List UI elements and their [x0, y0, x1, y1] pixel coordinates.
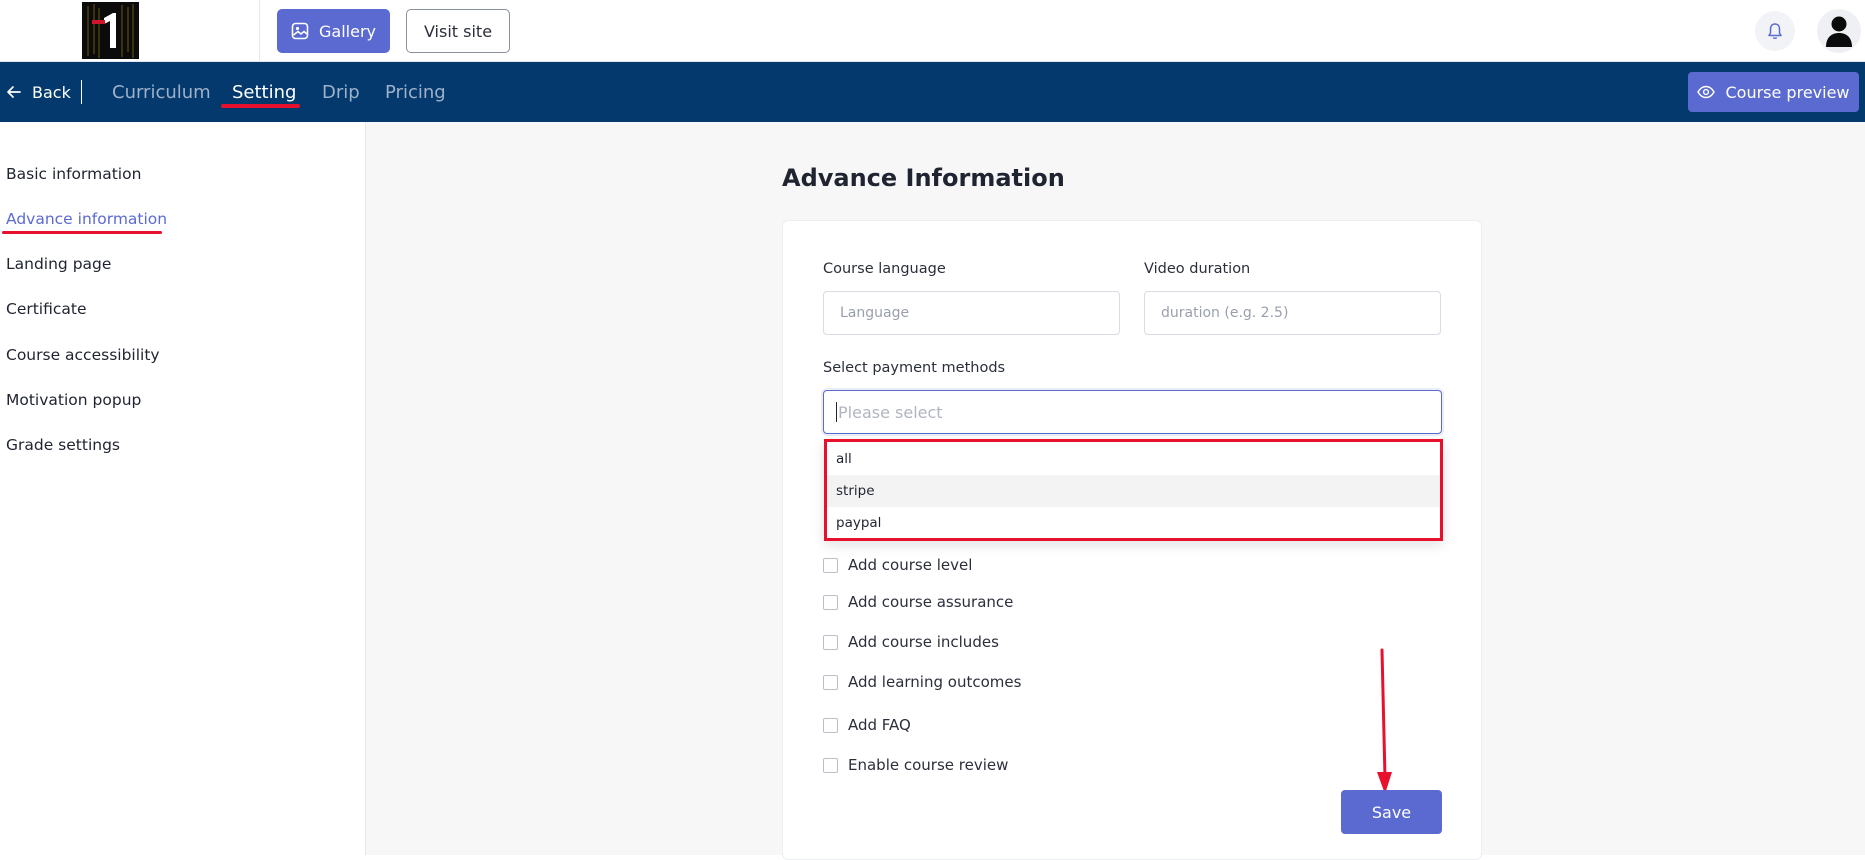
checkbox-label: Add learning outcomes	[848, 673, 1022, 691]
payment-methods-dropdown: all stripe paypal	[824, 439, 1443, 541]
course-preview-button[interactable]: Course preview	[1688, 72, 1859, 112]
checkbox-label: Add FAQ	[848, 716, 911, 734]
brand-logo[interactable]	[82, 2, 139, 59]
bell-icon	[1768, 23, 1782, 39]
checkbox-box[interactable]	[823, 634, 838, 650]
sidebar-item-landing-page[interactable]: Landing page	[6, 255, 111, 273]
tab-setting[interactable]: Setting	[232, 62, 296, 122]
visit-site-button[interactable]: Visit site	[406, 9, 510, 53]
enable-course-review-checkbox[interactable]: Enable course review	[823, 756, 1008, 774]
top-header: Gallery Visit site	[0, 0, 1865, 62]
payment-option-stripe[interactable]: stripe	[827, 475, 1440, 507]
checkbox-box[interactable]	[823, 674, 838, 690]
header-divider	[259, 0, 260, 62]
back-link[interactable]: Back	[6, 62, 71, 122]
checkbox-label: Add course level	[848, 556, 973, 574]
video-duration-input[interactable]: duration (e.g. 2.5)	[1144, 291, 1441, 335]
tab-pricing-label: Pricing	[385, 81, 446, 103]
gallery-button-label: Gallery	[319, 21, 376, 41]
payment-methods-label: Select payment methods	[823, 360, 1006, 376]
gallery-icon	[291, 22, 309, 40]
checkbox-box[interactable]	[823, 717, 838, 733]
video-duration-placeholder: duration (e.g. 2.5)	[1161, 305, 1289, 321]
brand-logo-graphic	[82, 2, 139, 59]
tab-pricing[interactable]: Pricing	[385, 62, 446, 122]
save-button[interactable]: Save	[1341, 790, 1442, 834]
checkbox-box[interactable]	[823, 557, 838, 573]
sidebar-item-grade-settings[interactable]: Grade settings	[6, 436, 120, 454]
checkbox-box[interactable]	[823, 757, 838, 773]
checkbox-box[interactable]	[823, 594, 838, 610]
visit-site-button-label: Visit site	[423, 21, 493, 41]
course-language-placeholder: Language	[840, 305, 910, 321]
nav-separator	[81, 80, 82, 104]
eye-icon	[1697, 85, 1716, 99]
course-language-input[interactable]: Language	[823, 291, 1120, 335]
gallery-button[interactable]: Gallery	[277, 9, 390, 53]
back-label: Back	[32, 82, 71, 102]
active-sidebar-annotation-underline	[2, 231, 162, 234]
checkbox-label: Add course includes	[848, 633, 999, 651]
course-preview-label: Course preview	[1725, 82, 1850, 102]
add-course-level-checkbox[interactable]: Add course level	[823, 556, 972, 574]
page-title: Advance Information	[782, 164, 1065, 192]
checkbox-label: Add course assurance	[848, 593, 1014, 611]
tab-drip-label: Drip	[322, 81, 360, 103]
course-editor-navbar: Back Curriculum Setting Drip Pricing	[0, 62, 1865, 122]
video-duration-label: Video duration	[1144, 261, 1251, 277]
add-learning-outcomes-checkbox[interactable]: Add learning outcomes	[823, 673, 1021, 691]
sidebar-item-certificate[interactable]: Certificate	[6, 300, 87, 318]
notifications-button[interactable]	[1755, 11, 1795, 51]
sidebar-item-basic-information[interactable]: Basic information	[6, 165, 141, 183]
tab-curriculum[interactable]: Curriculum	[112, 62, 211, 122]
add-faq-checkbox[interactable]: Add FAQ	[823, 716, 911, 734]
add-course-includes-checkbox[interactable]: Add course includes	[823, 633, 999, 651]
text-caret	[836, 402, 837, 422]
tab-curriculum-label: Curriculum	[112, 81, 211, 103]
sidebar-item-advance-information[interactable]: Advance information	[6, 210, 167, 228]
sidebar-item-course-accessibility[interactable]: Course accessibility	[6, 346, 160, 364]
payment-methods-select[interactable]: Please select	[823, 390, 1442, 434]
course-language-label: Course language	[823, 261, 946, 277]
payment-option-paypal[interactable]: paypal	[827, 507, 1440, 539]
checkbox-label: Enable course review	[848, 756, 1009, 774]
annotation-arrow	[1377, 648, 1392, 794]
tab-setting-label: Setting	[232, 81, 297, 103]
arrow-left-icon	[7, 86, 21, 98]
active-tab-annotation-underline	[221, 104, 300, 108]
save-button-label: Save	[1371, 802, 1412, 822]
add-course-assurance-checkbox[interactable]: Add course assurance	[823, 593, 1013, 611]
user-avatar[interactable]	[1817, 9, 1861, 53]
payment-methods-placeholder: Please select	[838, 402, 943, 422]
tab-drip[interactable]: Drip	[322, 62, 360, 122]
sidebar-item-motivation-popup[interactable]: Motivation popup	[6, 391, 141, 409]
payment-option-all[interactable]: all	[827, 443, 1440, 475]
user-avatar-icon	[1826, 16, 1852, 47]
